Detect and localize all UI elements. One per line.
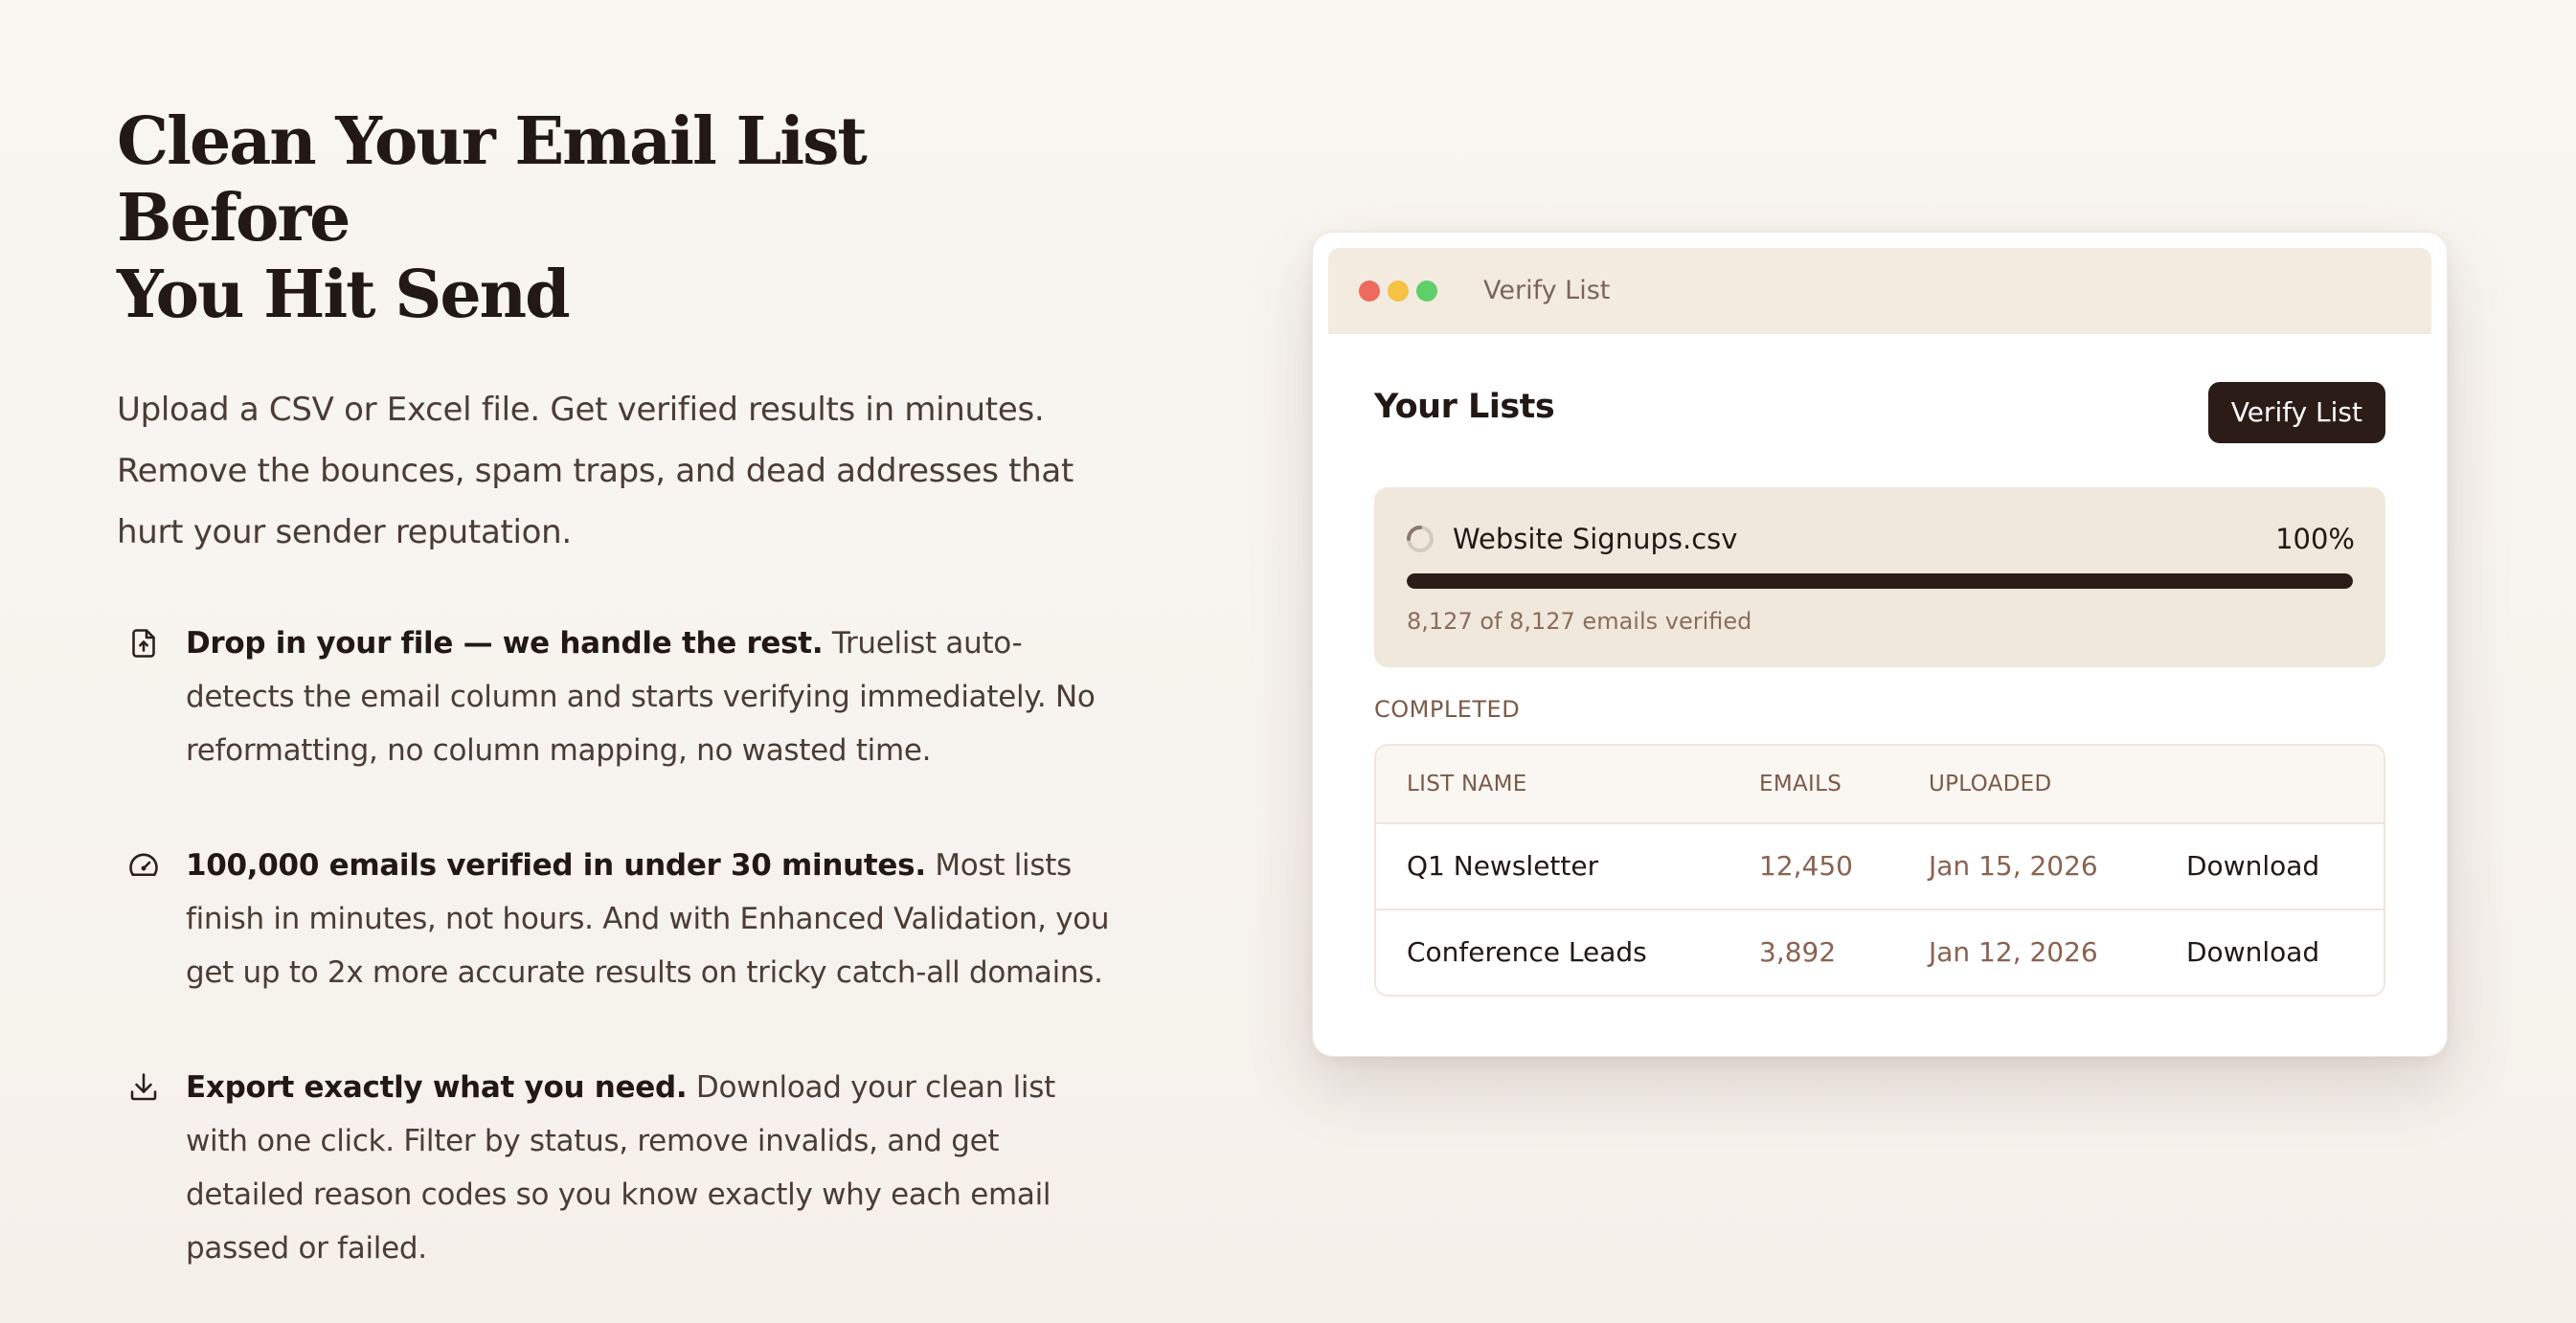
upload-progress-card: Website Signups.csv 100% 8,127 of 8,127 … xyxy=(1374,487,2385,667)
download-link[interactable]: Download xyxy=(2186,824,2319,908)
column-header-emails: EMAILS xyxy=(1759,772,1842,796)
maximize-window-dot[interactable] xyxy=(1416,280,1437,302)
file-upload-icon xyxy=(126,626,161,661)
upload-percent: 100% xyxy=(2275,523,2355,555)
email-count-cell: 12,450 xyxy=(1759,850,1853,882)
completed-lists-table: LIST NAME EMAILS UPLOADED Q1 Newsletter … xyxy=(1374,744,2385,997)
list-name-cell: Q1 Newsletter xyxy=(1407,850,1599,882)
download-link[interactable]: Download xyxy=(2186,910,2319,995)
window-titlebar: Verify List xyxy=(1328,248,2431,334)
feature-title: 100,000 emails verified in under 30 minu… xyxy=(186,848,926,883)
uploaded-date-cell: Jan 12, 2026 xyxy=(1929,936,2098,968)
feature-title: Drop in your file — we handle the rest. xyxy=(186,626,824,661)
window-title: Verify List xyxy=(1483,276,1611,305)
verified-count: 8,127 of 8,127 emails verified xyxy=(1407,608,1752,635)
uploaded-date-cell: Jan 15, 2026 xyxy=(1929,850,2098,882)
email-count-cell: 3,892 xyxy=(1759,936,1837,968)
page-title: Clean Your Email List Before You Hit Sen… xyxy=(117,103,1113,333)
feature-item-file-drop: Drop in your file — we handle the rest. … xyxy=(117,617,1113,777)
progress-bar-fill xyxy=(1407,573,2353,589)
completed-section-label: COMPLETED xyxy=(1374,696,1521,723)
lists-heading: Your Lists xyxy=(1374,388,1555,426)
page-title-line-1: Clean Your Email List Before xyxy=(117,103,868,257)
close-window-dot[interactable] xyxy=(1359,280,1380,302)
progress-bar xyxy=(1407,573,2353,589)
feature-item-speed: 100,000 emails verified in under 30 minu… xyxy=(117,839,1113,999)
loading-spinner-icon xyxy=(1405,524,1435,554)
download-icon xyxy=(126,1070,161,1105)
column-header-uploaded: UPLOADED xyxy=(1929,772,2052,796)
app-window-mockup: Verify List Your Lists Verify List Websi… xyxy=(1312,232,2448,1057)
table-row: Conference Leads 3,892 Jan 12, 2026 Down… xyxy=(1376,908,2384,995)
hero-section: Clean Your Email List Before You Hit Sen… xyxy=(117,103,1113,1275)
feature-item-export: Export exactly what you need. Download y… xyxy=(117,1061,1113,1275)
feature-list: Drop in your file — we handle the rest. … xyxy=(117,617,1113,1275)
table-row: Q1 Newsletter 12,450 Jan 15, 2026 Downlo… xyxy=(1376,822,2384,908)
upload-file-name: Website Signups.csv xyxy=(1453,523,1738,555)
table-header-row: LIST NAME EMAILS UPLOADED xyxy=(1376,746,2384,822)
intro-paragraph: Upload a CSV or Excel file. Get verified… xyxy=(117,391,1073,551)
page-title-line-2: You Hit Send xyxy=(117,257,571,333)
speedometer-icon xyxy=(126,848,161,883)
minimize-window-dot[interactable] xyxy=(1388,280,1409,302)
feature-title: Export exactly what you need. xyxy=(186,1070,688,1105)
list-name-cell: Conference Leads xyxy=(1407,936,1647,968)
verify-list-button[interactable]: Verify List xyxy=(2207,382,2385,443)
column-header-list-name: LIST NAME xyxy=(1407,772,1527,796)
